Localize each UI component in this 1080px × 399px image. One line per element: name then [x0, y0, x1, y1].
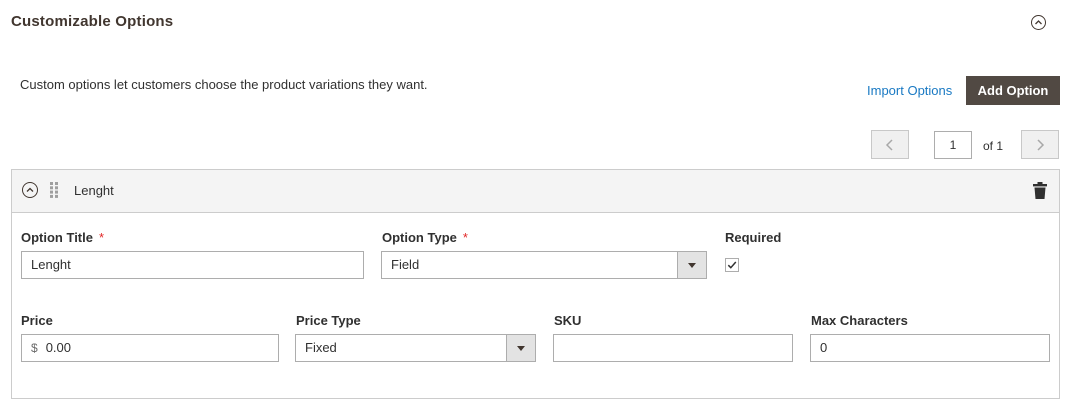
option-title-label: Option Title * — [21, 230, 105, 245]
price-type-select[interactable]: Fixed — [295, 334, 536, 362]
option-collapse-icon[interactable] — [22, 182, 38, 198]
max-characters-label: Max Characters — [811, 313, 908, 328]
price-type-label: Price Type — [296, 313, 361, 328]
section-description: Custom options let customers choose the … — [20, 77, 428, 92]
checkmark-icon — [727, 261, 737, 269]
trash-icon[interactable] — [1033, 182, 1047, 204]
price-value: 0.00 — [45, 340, 71, 355]
page-number-input[interactable]: 1 — [934, 131, 972, 159]
add-option-button[interactable]: Add Option — [966, 76, 1060, 105]
currency-symbol: $ — [31, 341, 38, 355]
required-checkbox[interactable] — [725, 258, 739, 272]
price-label: Price — [21, 313, 53, 328]
price-type-value: Fixed — [305, 340, 337, 355]
required-star: * — [462, 230, 468, 245]
max-characters-input[interactable]: 0 — [810, 334, 1050, 362]
option-header-title: Lenght — [74, 183, 114, 198]
option-title-input[interactable]: Lenght — [21, 251, 364, 279]
page-count-label: of 1 — [983, 139, 1004, 153]
drag-handle-icon[interactable] — [50, 182, 58, 203]
option-type-label: Option Type * — [382, 230, 468, 245]
option-type-value: Field — [391, 257, 420, 272]
import-options-link[interactable]: Import Options — [867, 83, 952, 98]
chevron-down-icon — [506, 335, 535, 361]
required-label: Required — [725, 230, 782, 245]
chevron-left-icon — [885, 138, 893, 151]
option-header — [12, 170, 1059, 213]
price-input[interactable]: $0.00 — [21, 334, 279, 362]
section-title: Customizable Options — [11, 13, 174, 30]
pager-next-button[interactable] — [1021, 130, 1059, 159]
sku-label: SKU — [554, 313, 582, 328]
required-star: * — [98, 230, 105, 245]
section-collapse-icon[interactable] — [1031, 15, 1046, 30]
sku-input[interactable] — [553, 334, 793, 362]
option-type-select[interactable]: Field — [381, 251, 707, 279]
pager-prev-button[interactable] — [871, 130, 909, 159]
chevron-down-icon — [677, 252, 706, 278]
chevron-right-icon — [1037, 138, 1045, 151]
